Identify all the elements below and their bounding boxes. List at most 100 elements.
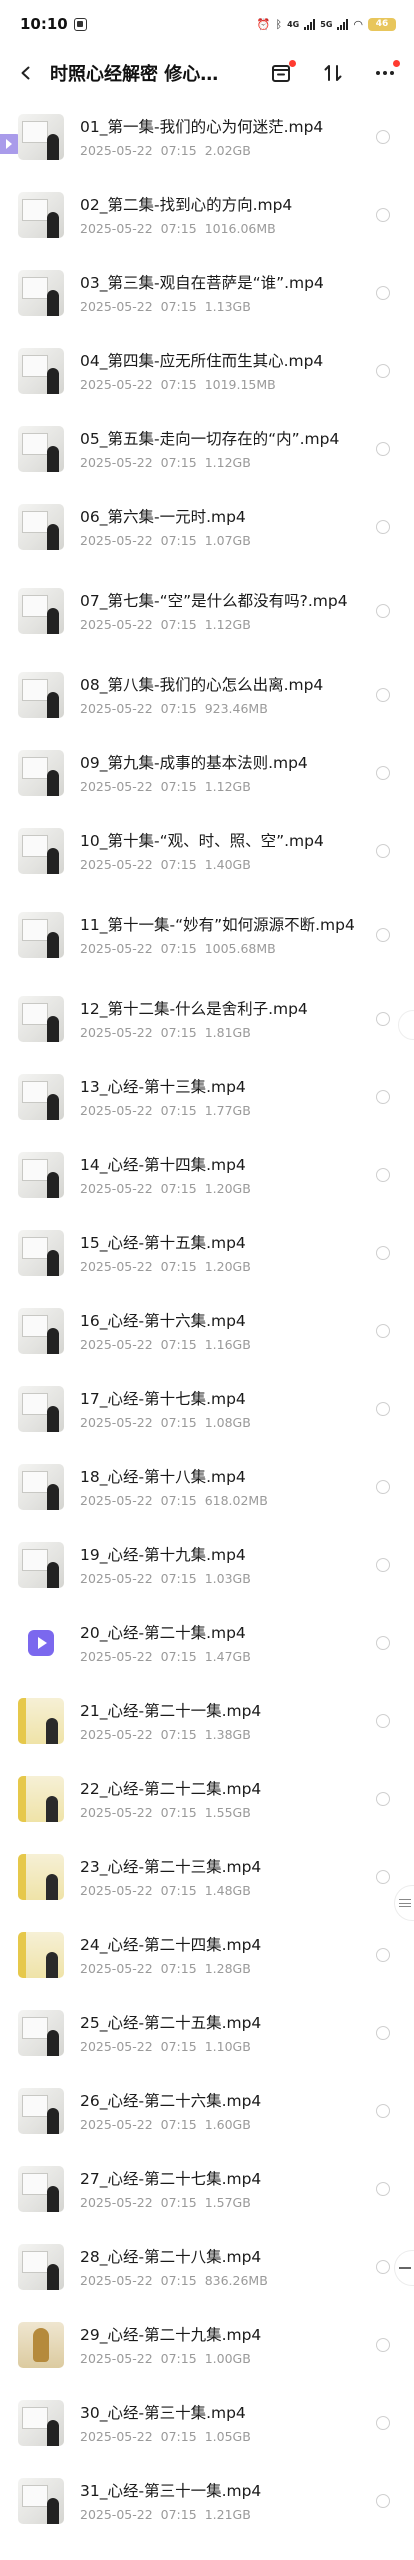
radio-unchecked-icon[interactable] (376, 364, 390, 378)
file-time: 07:15 (160, 616, 197, 632)
file-row[interactable]: 31_心经-第三十一集.mp4 2025-05-22 07:15 1.21GB (0, 2462, 414, 2540)
radio-unchecked-icon[interactable] (376, 928, 390, 942)
radio-unchecked-icon[interactable] (376, 520, 390, 534)
radio-unchecked-icon[interactable] (376, 1090, 390, 1104)
radio-unchecked-icon[interactable] (376, 688, 390, 702)
file-row[interactable]: 11_第十一集-“妙有”如何源源不断.mp4 2025-05-22 07:15 100… (0, 890, 414, 980)
file-row[interactable]: 07_第七集-“空”是什么都没有吗?.mp4 2025-05-22 07:15 1.1… (0, 566, 414, 656)
status-indicators: ⏰ ᛒ 4G 5G ◠ 46 (257, 17, 396, 31)
file-info: 17_心经-第十七集.mp4 2025-05-22 07:15 1.08GB (80, 1389, 380, 1430)
radio-unchecked-icon[interactable] (376, 2260, 390, 2274)
file-row[interactable]: 28_心经-第二十八集.mp4 2025-05-22 07:15 836.26MB (0, 2228, 414, 2306)
file-row[interactable]: 04_第四集-应无所住而生其心.mp4 2025-05-22 07:15 1019.1… (0, 332, 414, 410)
file-row[interactable]: 01_第一集-我们的心为何迷茫.mp4 2025-05-22 07:15 2.02GB (0, 98, 414, 176)
file-size: 1.12GB (204, 454, 251, 470)
file-info: 11_第十一集-“妙有”如何源源不断.mp4 2025-05-22 07:15 100… (80, 915, 380, 956)
file-date: 2025-05-22 (80, 1804, 153, 1820)
radio-unchecked-icon[interactable] (376, 1480, 390, 1494)
file-meta: 2025-05-22 07:15 1.28GB (80, 1961, 380, 1976)
radio-unchecked-icon[interactable] (376, 1636, 390, 1650)
file-row[interactable]: 18_心经-第十八集.mp4 2025-05-22 07:15 618.02MB (0, 1448, 414, 1526)
file-row[interactable]: 20_心经-第二十集.mp4 2025-05-22 07:15 1.47GB (0, 1604, 414, 1682)
file-row[interactable]: 14_心经-第十四集.mp4 2025-05-22 07:15 1.20GB (0, 1136, 414, 1214)
file-name: 04_第四集-应无所住而生其心.mp4 (80, 351, 324, 370)
video-thumbnail (18, 912, 64, 958)
file-meta: 2025-05-22 07:15 1005.68MB (80, 941, 380, 956)
radio-unchecked-icon[interactable] (376, 766, 390, 780)
file-row[interactable]: 26_心经-第二十六集.mp4 2025-05-22 07:15 1.60GB (0, 2072, 414, 2150)
file-row[interactable]: 10_第十集-“观、时、照、空”.mp4 2025-05-22 07:15 1.40G… (0, 812, 414, 890)
file-time: 07:15 (160, 1882, 197, 1898)
file-row[interactable]: 30_心经-第三十集.mp4 2025-05-22 07:15 1.05GB (0, 2384, 414, 2462)
file-row[interactable]: 17_心经-第十七集.mp4 2025-05-22 07:15 1.08GB (0, 1370, 414, 1448)
file-date: 2025-05-22 (80, 1258, 153, 1274)
file-row[interactable]: 22_心经-第二十二集.mp4 2025-05-22 07:15 1.55GB (0, 1760, 414, 1838)
radio-unchecked-icon[interactable] (376, 442, 390, 456)
file-row[interactable]: 23_心经-第二十三集.mp4 2025-05-22 07:15 1.48GB (0, 1838, 414, 1916)
file-row[interactable]: 29_心经-第二十九集.mp4 2025-05-22 07:15 1.00GB (0, 2306, 414, 2384)
sort-button[interactable] (320, 60, 346, 86)
radio-unchecked-icon[interactable] (376, 286, 390, 300)
file-row[interactable]: 25_心经-第二十五集.mp4 2025-05-22 07:15 1.10GB (0, 1994, 414, 2072)
radio-unchecked-icon[interactable] (376, 1870, 390, 1884)
radio-unchecked-icon[interactable] (376, 2338, 390, 2352)
radio-unchecked-icon[interactable] (376, 1714, 390, 1728)
file-row[interactable]: 13_心经-第十三集.mp4 2025-05-22 07:15 1.77GB (0, 1058, 414, 1136)
radio-unchecked-icon[interactable] (376, 2026, 390, 2040)
file-row[interactable]: 05_第五集-走向一切存在的“内”.mp4 2025-05-22 07:15 1.12… (0, 410, 414, 488)
status-bar: 10:10 ⏰ ᛒ 4G 5G ◠ 46 (0, 0, 414, 48)
radio-unchecked-icon[interactable] (376, 604, 390, 618)
file-row[interactable]: 06_第六集-一元时.mp4 2025-05-22 07:15 1.07GB (0, 488, 414, 566)
file-info: 09_第九集-成事的基本法则.mp4 2025-05-22 07:15 1.12GB (80, 753, 380, 794)
file-time: 07:15 (160, 2038, 197, 2054)
file-info: 21_心经-第二十一集.mp4 2025-05-22 07:15 1.38GB (80, 1701, 380, 1742)
radio-unchecked-icon[interactable] (376, 1948, 390, 1962)
radio-unchecked-icon[interactable] (376, 1012, 390, 1026)
file-name: 11_第十一集-“妙有”如何源源不断.mp4 (80, 915, 355, 934)
radio-unchecked-icon[interactable] (376, 1324, 390, 1338)
radio-unchecked-icon[interactable] (376, 2416, 390, 2430)
file-date: 2025-05-22 (80, 1180, 153, 1196)
file-meta: 2025-05-22 07:15 1.60GB (80, 2117, 380, 2132)
file-row[interactable]: 12_第十二集-什么是舍利子.mp4 2025-05-22 07:15 1.81GB (0, 980, 414, 1058)
download-button[interactable] (268, 60, 296, 86)
radio-unchecked-icon[interactable] (376, 1792, 390, 1806)
video-thumbnail (18, 1698, 64, 1744)
more-button[interactable] (372, 60, 400, 86)
radio-unchecked-icon[interactable] (376, 844, 390, 858)
file-meta: 2025-05-22 07:15 1.40GB (80, 857, 380, 872)
radio-unchecked-icon[interactable] (376, 2182, 390, 2196)
radio-unchecked-icon[interactable] (376, 1168, 390, 1182)
file-row[interactable]: 19_心经-第十九集.mp4 2025-05-22 07:15 1.03GB (0, 1526, 414, 1604)
file-name: 26_心经-第二十六集.mp4 (80, 2091, 262, 2110)
file-row[interactable]: 21_心经-第二十一集.mp4 2025-05-22 07:15 1.38GB (0, 1682, 414, 1760)
file-time: 07:15 (160, 1492, 197, 1508)
file-row[interactable]: 08_第八集-我们的心怎么出离.mp4 2025-05-22 07:15 923.46… (0, 656, 414, 734)
radio-unchecked-icon[interactable] (376, 1558, 390, 1572)
file-row[interactable]: 15_心经-第十五集.mp4 2025-05-22 07:15 1.20GB (0, 1214, 414, 1292)
notification-dot (393, 60, 400, 67)
file-size: 1019.15MB (204, 376, 276, 392)
radio-unchecked-icon[interactable] (376, 1246, 390, 1260)
file-date: 2025-05-22 (80, 778, 153, 794)
file-row[interactable]: 16_心经-第十六集.mp4 2025-05-22 07:15 1.16GB (0, 1292, 414, 1370)
file-name: 19_心经-第十九集.mp4 (80, 1545, 246, 1564)
file-info: 26_心经-第二十六集.mp4 2025-05-22 07:15 1.60GB (80, 2091, 380, 2132)
file-row[interactable]: 03_第三集-观自在菩萨是“谁”.mp4 2025-05-22 07:15 1.13G… (0, 254, 414, 332)
radio-unchecked-icon[interactable] (376, 2104, 390, 2118)
radio-unchecked-icon[interactable] (376, 130, 390, 144)
file-row[interactable]: 09_第九集-成事的基本法则.mp4 2025-05-22 07:15 1.12GB (0, 734, 414, 812)
file-info: 06_第六集-一元时.mp4 2025-05-22 07:15 1.07GB (80, 507, 380, 548)
file-info: 27_心经-第二十七集.mp4 2025-05-22 07:15 1.57GB (80, 2169, 380, 2210)
radio-unchecked-icon[interactable] (376, 208, 390, 222)
file-name: 12_第十二集-什么是舍利子.mp4 (80, 999, 308, 1018)
back-button[interactable] (14, 61, 38, 85)
radio-unchecked-icon[interactable] (376, 2494, 390, 2508)
file-row[interactable]: 27_心经-第二十七集.mp4 2025-05-22 07:15 1.57GB (0, 2150, 414, 2228)
video-thumbnail (18, 1542, 64, 1588)
radio-unchecked-icon[interactable] (376, 1402, 390, 1416)
wifi-icon: ◠ (353, 17, 363, 31)
file-row[interactable]: 02_第二集-找到心的方向.mp4 2025-05-22 07:15 1016.06M… (0, 176, 414, 254)
file-row[interactable]: 24_心经-第二十四集.mp4 2025-05-22 07:15 1.28GB (0, 1916, 414, 1994)
file-meta: 2025-05-22 07:15 1.05GB (80, 2429, 380, 2444)
